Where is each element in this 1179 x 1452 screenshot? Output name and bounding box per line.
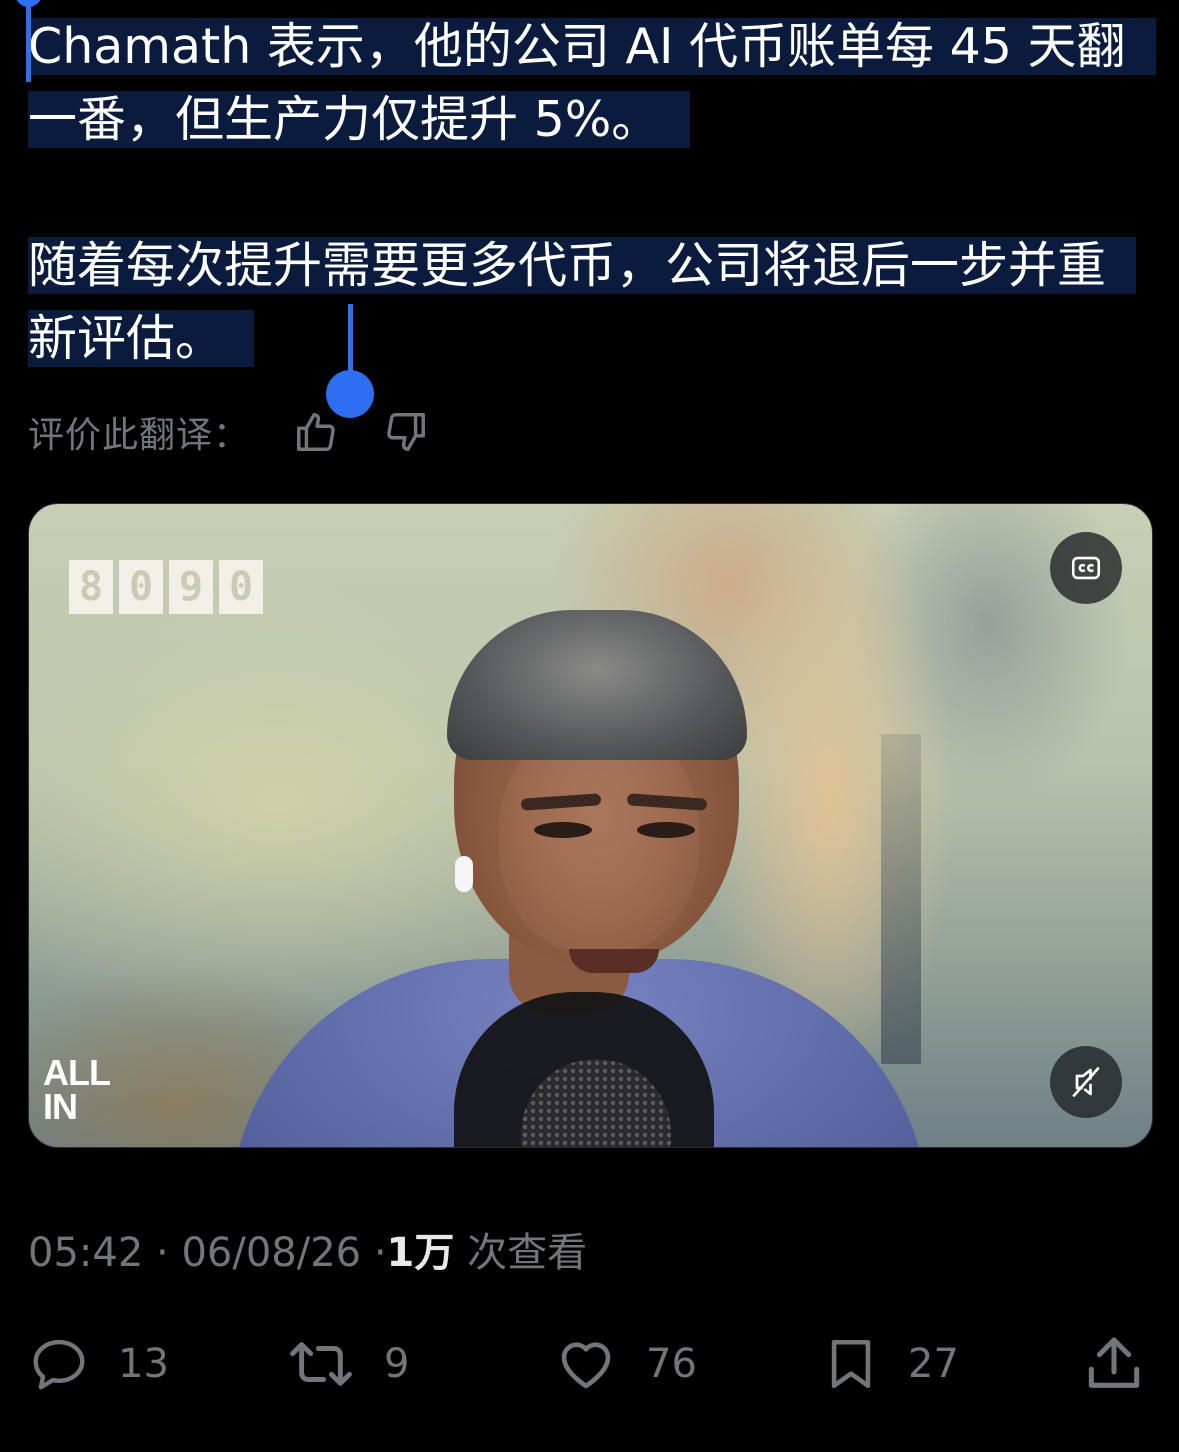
tweet-date: 06/08/26	[181, 1230, 362, 1276]
bookmark-count: 27	[908, 1341, 959, 1387]
mute-toggle-button[interactable]	[1050, 1046, 1122, 1118]
tweet-action-bar: 13 9 76 27	[0, 1322, 1179, 1406]
meta-separator: ·	[373, 1230, 387, 1276]
background-smokestack	[881, 734, 921, 1064]
heart-icon	[561, 1342, 611, 1389]
reply-button[interactable]: 13	[28, 1322, 169, 1406]
selection-start-handle[interactable]	[15, 0, 42, 82]
person-right-eye	[637, 822, 695, 838]
tweet-meta-line: 05:42 · 06/08/26 ·1万 次查看	[28, 1222, 587, 1284]
thumbs-up-button[interactable]	[290, 406, 342, 458]
share-upload-icon	[1088, 1337, 1140, 1388]
thumbs-down-icon	[387, 413, 425, 451]
thumbs-down-button[interactable]	[380, 406, 432, 458]
closed-captions-icon	[1071, 556, 1101, 580]
person-left-eye	[534, 822, 592, 838]
watermark-digit: 8	[69, 560, 113, 614]
all-in-logo: ALL IN	[43, 1052, 111, 1127]
watermark-digit: 9	[169, 560, 213, 614]
thumbs-up-icon	[297, 413, 335, 451]
rate-translation-row: 评价此翻译：	[28, 404, 432, 460]
reply-bubble-icon	[33, 1339, 85, 1390]
all-in-logo-line1: ALL	[43, 1052, 111, 1093]
retweet-icon	[290, 1342, 352, 1386]
retweet-button[interactable]: 9	[286, 1322, 409, 1406]
rate-translation-label: 评价此翻译：	[28, 415, 251, 456]
views-count[interactable]: 1万	[387, 1230, 455, 1276]
tweet-translation-text[interactable]: Chamath 表示，他的公司 AI 代币账单每 45 天翻一番，但生产力仅提升…	[28, 10, 1156, 375]
selection-end-handle[interactable]	[326, 304, 374, 418]
translation-paragraph-1-text: Chamath 表示，他的公司 AI 代币账单每 45 天翻一番，但生产力仅提升…	[28, 18, 1156, 148]
earbud	[455, 856, 473, 892]
views-label[interactable]: 次查看	[467, 1230, 587, 1276]
meta-separator: ·	[156, 1230, 169, 1276]
captions-button[interactable]	[1050, 532, 1122, 604]
person-hair	[447, 610, 747, 760]
translation-paragraph-2-text: 随着每次提升需要更多代币，公司将退后一步并重新评估。	[28, 237, 1137, 367]
bookmark-icon	[831, 1339, 871, 1389]
like-button[interactable]: 76	[554, 1322, 697, 1406]
like-count: 76	[646, 1341, 697, 1387]
selection-start-knob[interactable]	[15, 0, 42, 7]
watermark-8090-logo: 8 0 9 0	[69, 560, 263, 614]
person-mouth	[569, 949, 659, 973]
bookmark-button[interactable]: 27	[822, 1322, 959, 1406]
translation-paragraph-1: Chamath 表示，他的公司 AI 代币账单每 45 天翻一番，但生产力仅提升…	[28, 10, 1156, 156]
all-in-logo-line2: IN	[43, 1086, 78, 1127]
share-button[interactable]	[1082, 1322, 1146, 1406]
video-player[interactable]: 8 0 9 0 ALL IN	[28, 503, 1153, 1148]
watermark-digit: 0	[119, 560, 163, 614]
watermark-digit: 0	[219, 560, 263, 614]
tweet-time: 05:42	[28, 1230, 144, 1276]
translation-paragraph-2: 随着每次提升需要更多代币，公司将退后一步并重新评估。	[28, 229, 1152, 375]
muted-speaker-icon	[1072, 1067, 1100, 1097]
retweet-count: 9	[384, 1341, 410, 1387]
reply-count: 13	[118, 1341, 169, 1387]
